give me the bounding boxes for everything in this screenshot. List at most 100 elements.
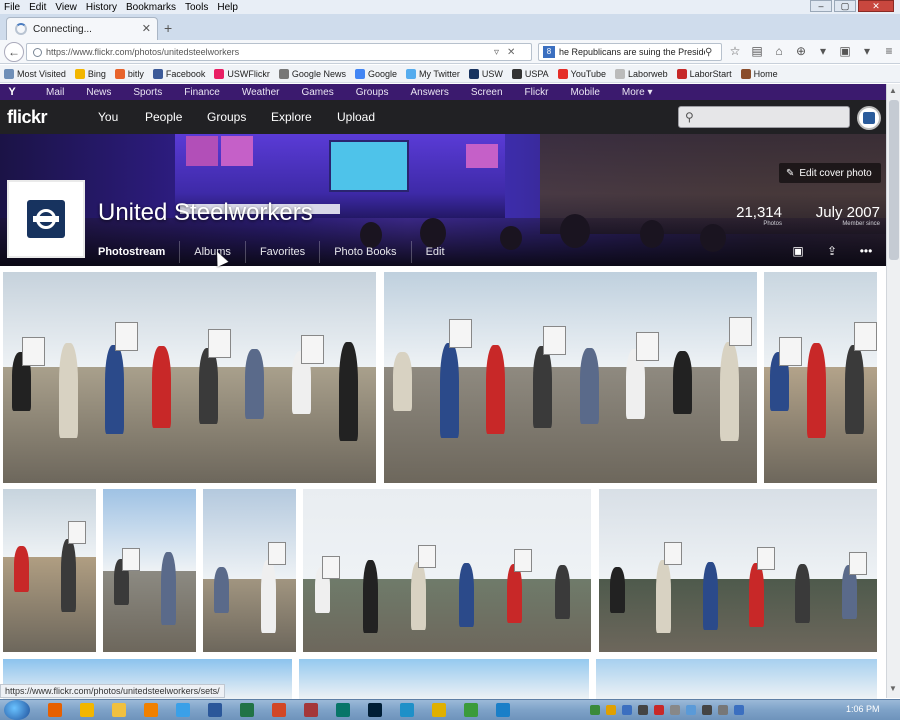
photo-thumbnail[interactable]: [299, 659, 589, 699]
taskbar-publisher-icon[interactable]: [336, 703, 350, 717]
google-engine-icon[interactable]: 8: [543, 46, 555, 58]
url-bar[interactable]: ▿ ✕: [26, 43, 532, 61]
search-input[interactable]: [559, 47, 705, 57]
maximize-button[interactable]: ▢: [834, 0, 856, 12]
url-input[interactable]: [46, 47, 486, 57]
yahoo-sports-link[interactable]: Sports: [133, 87, 162, 98]
addon-icon[interactable]: ⊕: [794, 44, 808, 58]
yahoo-screen-link[interactable]: Screen: [471, 87, 503, 98]
browser-tab[interactable]: Connecting... ✕: [6, 17, 158, 40]
yahoo-answers-link[interactable]: Answers: [411, 87, 449, 98]
hamburger-menu-icon[interactable]: ≡: [882, 44, 896, 58]
scroll-up-icon[interactable]: ▲: [889, 86, 897, 95]
nav-you[interactable]: You: [98, 110, 118, 124]
bookmark-my-twitter[interactable]: My Twitter: [405, 68, 460, 79]
system-tray-icon[interactable]: [734, 705, 744, 715]
system-tray-icon[interactable]: [590, 705, 600, 715]
yahoo-logo[interactable]: Y: [0, 86, 24, 98]
photo-thumbnail[interactable]: [3, 272, 376, 483]
bookmark-google-news[interactable]: Google News: [278, 68, 346, 79]
taskbar-camtasia-icon[interactable]: [464, 703, 478, 717]
slideshow-icon[interactable]: ▣: [790, 244, 806, 258]
extension-icon[interactable]: ▣: [838, 44, 852, 58]
yahoo-finance-link[interactable]: Finance: [184, 87, 220, 98]
reading-list-icon[interactable]: ▤: [750, 44, 764, 58]
system-tray-icon[interactable]: [606, 705, 616, 715]
photo-thumbnail[interactable]: [384, 272, 757, 483]
bookmark-facebook[interactable]: Facebook: [152, 68, 205, 79]
yahoo-flickr-link[interactable]: Flickr: [525, 87, 549, 98]
taskbar-clock[interactable]: 1:06 PM: [846, 704, 880, 714]
photo-thumbnail[interactable]: [764, 272, 877, 483]
bookmark-usw[interactable]: USW: [468, 68, 503, 79]
menu-view[interactable]: View: [55, 2, 77, 13]
tab-albums[interactable]: Albums: [180, 241, 246, 263]
share-icon[interactable]: ⇪: [824, 244, 840, 258]
taskbar-ie-icon[interactable]: [176, 703, 190, 717]
nav-upload[interactable]: Upload: [337, 110, 375, 124]
system-tray-icon[interactable]: [622, 705, 632, 715]
downloads-arrow-icon[interactable]: ▾: [816, 44, 830, 58]
bookmark-youtube[interactable]: YouTube: [557, 68, 606, 79]
edit-cover-photo-button[interactable]: ✎ Edit cover photo: [779, 163, 881, 183]
bookmark-uspa[interactable]: USPA: [511, 68, 549, 79]
taskbar-excel-icon[interactable]: [240, 703, 254, 717]
nav-explore[interactable]: Explore: [271, 110, 312, 124]
extension-dropdown-icon[interactable]: ▾: [860, 44, 874, 58]
taskbar-photoshop-icon[interactable]: [368, 703, 382, 717]
taskbar-firefox-icon[interactable]: [48, 703, 62, 717]
taskbar-edge-icon[interactable]: [400, 703, 414, 717]
site-identity-icon[interactable]: [33, 47, 42, 57]
bookmark-most-visited[interactable]: Most Visited: [4, 68, 66, 79]
flickr-search-box[interactable]: ⚲: [678, 106, 850, 128]
yahoo-weather-link[interactable]: Weather: [242, 87, 280, 98]
close-tab-icon[interactable]: ✕: [142, 22, 151, 35]
system-tray-icon[interactable]: [702, 705, 712, 715]
taskbar-outlook-icon[interactable]: [80, 703, 94, 717]
bookmark-laborweb[interactable]: Laborweb: [615, 68, 668, 79]
back-button[interactable]: ←: [4, 42, 24, 62]
close-window-button[interactable]: ✕: [858, 0, 894, 12]
system-tray-icon[interactable]: [654, 705, 664, 715]
yahoo-groups-link[interactable]: Groups: [356, 87, 389, 98]
search-icon[interactable]: ⚲: [705, 47, 712, 58]
photo-thumbnail[interactable]: [203, 489, 296, 652]
menu-bookmarks[interactable]: Bookmarks: [126, 2, 176, 13]
system-tray-icon[interactable]: [670, 705, 680, 715]
minimize-button[interactable]: –: [810, 0, 832, 12]
yahoo-games-link[interactable]: Games: [301, 87, 333, 98]
bookmark-home[interactable]: Home: [740, 68, 778, 79]
taskbar-explorer-icon[interactable]: [112, 703, 126, 717]
bookmark-star-icon[interactable]: ☆: [728, 44, 742, 58]
bookmark-uswflickr[interactable]: USWFlickr: [214, 68, 270, 79]
yahoo-mail-link[interactable]: Mail: [46, 87, 64, 98]
menu-edit[interactable]: Edit: [29, 2, 46, 13]
bookmark-google[interactable]: Google: [354, 68, 397, 79]
yahoo-mobile-link[interactable]: Mobile: [570, 87, 599, 98]
system-tray-icon[interactable]: [686, 705, 696, 715]
scroll-down-icon[interactable]: ▼: [889, 684, 897, 693]
system-tray-icon[interactable]: [638, 705, 648, 715]
taskbar-media-icon[interactable]: [144, 703, 158, 717]
tab-edit[interactable]: Edit: [412, 241, 459, 263]
yahoo-news-link[interactable]: News: [86, 87, 111, 98]
profile-avatar[interactable]: [7, 180, 85, 258]
stop-icon[interactable]: ✕: [507, 47, 515, 58]
photo-thumbnail[interactable]: [303, 489, 591, 652]
nav-groups[interactable]: Groups: [207, 110, 246, 124]
yahoo-more-menu[interactable]: More ▾: [622, 87, 653, 98]
taskbar-powerpoint-icon[interactable]: [272, 703, 286, 717]
menu-help[interactable]: Help: [217, 2, 238, 13]
bookmark-laborstart[interactable]: LaborStart: [676, 68, 732, 79]
home-icon[interactable]: ⌂: [772, 44, 786, 58]
tab-favorites[interactable]: Favorites: [246, 241, 321, 263]
taskbar-access-icon[interactable]: [304, 703, 318, 717]
flickr-search-input[interactable]: [701, 110, 841, 122]
dropdown-arrow-icon[interactable]: ▿: [494, 47, 499, 58]
start-button[interactable]: [4, 700, 30, 720]
taskbar-chrome-icon[interactable]: [432, 703, 446, 717]
menu-history[interactable]: History: [86, 2, 117, 13]
page-scrollbar[interactable]: ▲ ▼: [886, 84, 900, 698]
photo-thumbnail[interactable]: [599, 489, 877, 652]
photo-thumbnail[interactable]: [596, 659, 877, 699]
